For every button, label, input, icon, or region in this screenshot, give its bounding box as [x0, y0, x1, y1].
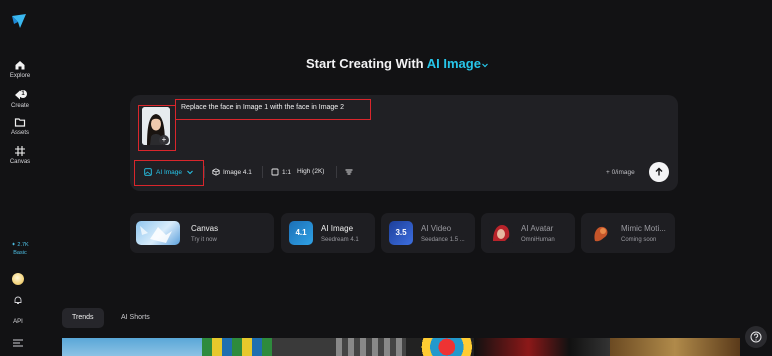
sidebar-item-label: Explore — [9, 73, 31, 79]
quality-selector[interactable]: High (2K) — [297, 168, 324, 175]
menu-icon[interactable] — [13, 339, 23, 347]
highlight-box-prompt — [175, 99, 371, 120]
credits-star-icon: ✦ — [11, 242, 16, 248]
mode-switcher-label: AI Image — [426, 56, 481, 71]
tool-card-ai-image[interactable]: 4.1 AI Image Seedream 4.1 — [281, 213, 375, 253]
sidebar-item-label: Create — [10, 103, 29, 109]
sidebar-item-create[interactable]: 1 Create — [0, 89, 40, 110]
credit-cost-label: + 0/image — [606, 169, 635, 176]
trend-thumbnail[interactable] — [406, 338, 474, 356]
toolbar-divider — [336, 166, 337, 178]
tool-name: Mimic Moti... — [621, 224, 666, 233]
model-selector[interactable]: Image 4.1 — [212, 168, 252, 176]
aspect-ratio-label: 1:1 — [282, 168, 292, 176]
arrow-up-icon — [655, 167, 663, 176]
tool-name: Canvas — [191, 224, 219, 233]
page-title: Start Creating With AI Image — [306, 56, 489, 71]
trend-thumbnail[interactable] — [202, 338, 272, 356]
tool-subtitle: Coming soon — [621, 237, 657, 243]
quality-selector-label: High (2K) — [297, 168, 325, 175]
mimic-motion-thumbnail — [589, 221, 613, 245]
sidebar-item-assets[interactable]: Assets — [0, 116, 40, 137]
mode-switcher[interactable]: AI Image — [427, 56, 489, 71]
trend-thumbnail[interactable] — [62, 338, 202, 356]
trend-thumbnail[interactable] — [336, 338, 406, 356]
aspect-ratio-icon — [271, 168, 279, 176]
tab-ai-shorts[interactable]: AI Shorts — [111, 308, 160, 328]
cube-icon — [212, 168, 220, 176]
tool-name: AI Image — [321, 224, 354, 233]
bell-icon[interactable] — [13, 295, 23, 305]
ai-video-thumbnail: 3.5 — [389, 221, 413, 245]
tool-subtitle: OmniHuman — [521, 237, 555, 243]
tool-name: AI Avatar — [521, 224, 554, 233]
avatar[interactable] — [12, 273, 24, 285]
tool-card-canvas[interactable]: Canvas Try it now — [130, 213, 274, 253]
tool-card-mimic-motion[interactable]: Mimic Moti... Coming soon — [581, 213, 675, 253]
sidebar-item-explore[interactable]: Explore — [0, 59, 40, 80]
send-button[interactable] — [649, 162, 669, 182]
sliders-icon — [345, 169, 353, 175]
help-icon — [750, 331, 762, 343]
page-title-prefix: Start Creating With — [306, 56, 424, 71]
aspect-ratio-selector[interactable]: 1:1 — [271, 168, 291, 176]
credits-indicator[interactable]: ✦ 2.7K Basic — [0, 241, 40, 257]
tool-subtitle: Seedream 4.1 — [321, 237, 359, 243]
sidebar-item-canvas[interactable]: Canvas — [0, 145, 40, 166]
highlight-box-thumbnail — [138, 105, 176, 151]
ai-avatar-thumbnail — [489, 221, 513, 245]
app-logo-icon[interactable] — [11, 13, 27, 29]
highlight-box-mode — [134, 160, 204, 186]
help-button[interactable] — [745, 326, 767, 348]
trend-thumbnail[interactable] — [610, 338, 740, 356]
tool-subtitle: Seedance 1.5 ... — [421, 237, 465, 243]
tool-subtitle: Try it now — [191, 237, 217, 243]
create-badge: 1 — [19, 90, 27, 98]
credits-amount: 2.7K — [17, 242, 29, 248]
plan-label: Basic — [13, 250, 27, 256]
trend-thumbnail[interactable] — [474, 338, 610, 356]
canvas-thumbnail — [136, 221, 180, 245]
toolbar-divider — [262, 166, 263, 178]
toolbar-divider — [204, 166, 205, 178]
folder-icon — [14, 118, 26, 127]
canvas-grid-icon — [15, 146, 25, 156]
home-icon — [15, 61, 25, 70]
sidebar-item-label: Assets — [10, 130, 29, 136]
sidebar: Explore 1 Create Assets Canvas ✦ 2.7K Ba… — [0, 0, 40, 356]
api-link[interactable]: API — [0, 319, 36, 325]
settings-button[interactable] — [345, 168, 353, 176]
model-selector-label: Image 4.1 — [223, 168, 252, 176]
create-icon-wrap: 1 — [13, 89, 27, 101]
tool-card-ai-avatar[interactable]: AI Avatar OmniHuman — [481, 213, 575, 253]
tab-trends[interactable]: Trends — [62, 308, 104, 328]
trend-thumbnail[interactable] — [272, 338, 336, 356]
tool-name: AI Video — [421, 224, 452, 233]
chevron-down-icon — [482, 63, 488, 67]
ai-image-thumbnail: 4.1 — [289, 221, 313, 245]
tool-card-ai-video[interactable]: 3.5 AI Video Seedance 1.5 ... — [381, 213, 475, 253]
sidebar-item-label: Canvas — [9, 159, 31, 165]
